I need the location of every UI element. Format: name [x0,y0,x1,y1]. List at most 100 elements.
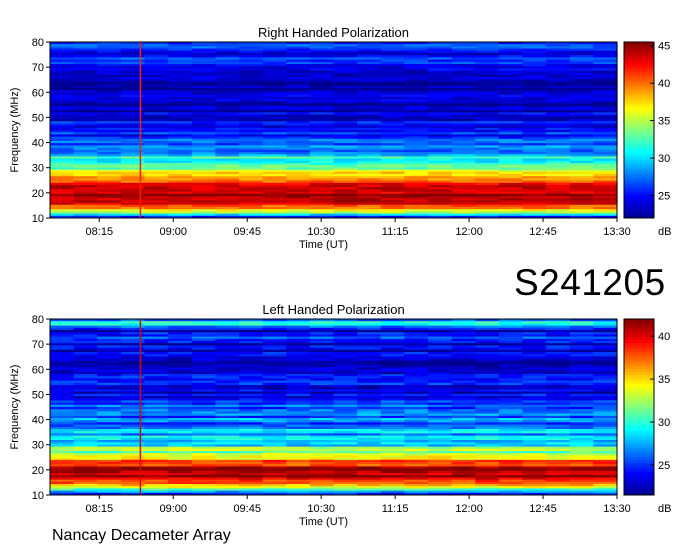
heatmap-cell [262,64,287,67]
heatmap-cell [191,479,216,483]
heatmap-cell [498,180,524,184]
heatmap-cell [546,64,571,67]
heatmap-cell [357,358,382,362]
heatmap-cell [168,343,193,346]
heatmap-cell [168,415,193,419]
heatmap-cell [569,360,594,364]
heatmap-cell [191,396,216,399]
heatmap-cell [309,88,335,91]
heatmap-cell [262,94,287,98]
heatmap-cell [475,325,500,329]
heatmap-cell [380,204,405,208]
heatmap-cell [546,398,571,401]
heatmap-cell [50,369,75,373]
heatmap-cell [73,134,98,137]
heatmap-cell [97,422,122,425]
heatmap-cell [404,202,429,206]
heatmap-cell [309,127,335,131]
heatmap-cell [498,466,524,469]
heatmap-cell [357,211,382,214]
heatmap-cell [357,330,382,333]
heatmap-cell [97,114,122,118]
heatmap-cell [144,165,169,168]
heatmap-cell [191,105,216,109]
heatmap-cell [569,490,594,494]
heatmap-cell [239,165,264,168]
heatmap-cell [569,187,594,190]
heatmap-cell [404,209,429,212]
heatmap-cell [309,211,335,214]
heatmap-cell [546,464,571,467]
heatmap-cell [215,200,240,203]
heatmap-cell [50,189,75,192]
heatmap-cell [475,418,500,421]
heatmap-cell [357,123,382,126]
heatmap-cell [50,352,75,355]
heatmap-cell [522,400,547,403]
heatmap-cell [593,165,618,168]
heatmap-cell [546,202,571,206]
colorbar-segment [624,433,654,437]
heatmap-cell [309,321,335,324]
heatmap-cell [498,393,524,397]
heatmap-cell [498,158,524,162]
heatmap-cell [97,321,122,324]
heatmap-cell [333,50,358,54]
heatmap-cell [262,484,287,487]
heatmap-cell [191,437,216,441]
heatmap-cell [357,200,382,203]
heatmap-cell [522,382,547,386]
heatmap-cell [144,407,169,410]
heatmap-cell [286,64,311,67]
x-tick-label: 10:30 [307,503,335,515]
heatmap-cell [191,459,216,463]
heatmap-cell [215,149,240,153]
heatmap-cell [593,136,618,140]
heatmap-cell [144,132,169,135]
heatmap-cell [97,147,122,151]
heatmap-cell [50,367,75,370]
heatmap-cell [168,367,193,370]
heatmap-cell [309,334,335,337]
heatmap-cell [50,198,75,201]
heatmap-cell [191,136,216,140]
heatmap-cell [73,374,98,377]
y-tick-label: 30 [32,163,44,175]
heatmap-cell [191,341,216,344]
heatmap-cell [475,152,500,155]
heatmap-cell [357,418,382,421]
heatmap-cell [546,185,571,188]
heatmap-cell [120,121,146,124]
heatmap-cell [286,70,311,74]
heatmap-cell [475,446,500,450]
heatmap-cell [451,207,476,210]
heatmap-cell [309,398,335,401]
heatmap-cell [451,442,476,445]
heatmap-cell [50,90,75,93]
heatmap-cell [546,332,571,335]
heatmap-cell [50,354,75,357]
heatmap-cell [73,338,98,342]
heatmap-cell [144,415,169,419]
heatmap-cell [120,475,146,478]
heatmap-cell [97,178,122,181]
heatmap-cell [569,191,594,195]
heatmap-cell [428,371,453,375]
heatmap-cell [73,44,98,47]
heatmap-cell [546,101,571,104]
heatmap-cell [262,407,287,410]
heatmap-cell [215,437,240,441]
heatmap-cell [239,360,264,364]
heatmap-cell [262,422,287,425]
heatmap-cell [357,116,382,120]
heatmap-cell [380,411,405,414]
heatmap-cell [498,473,524,476]
heatmap-cell [50,486,75,489]
heatmap-cell [309,66,335,69]
heatmap-cell [380,103,405,107]
heatmap-cell [593,169,618,173]
heatmap-cell [569,110,594,113]
heatmap-cell [191,422,216,425]
heatmap-cell [428,152,453,155]
heatmap-cell [191,415,216,419]
